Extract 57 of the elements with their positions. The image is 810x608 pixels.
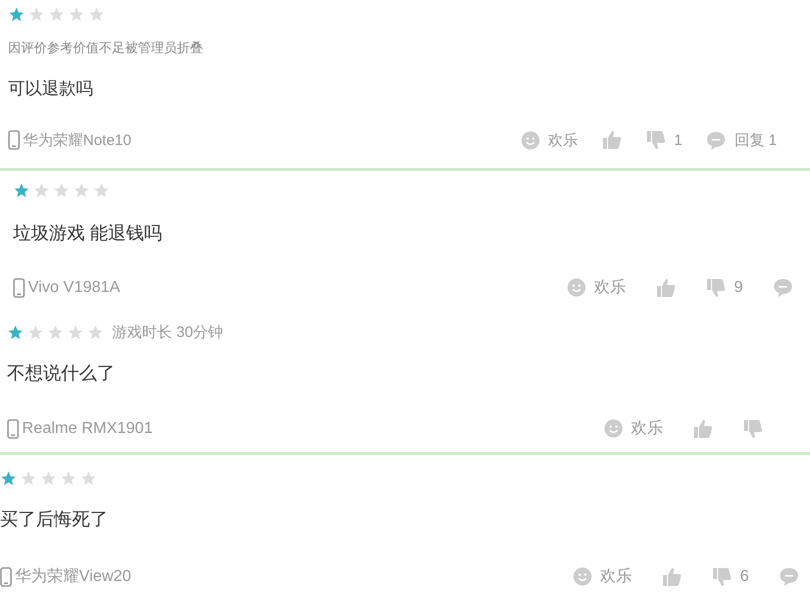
phone-icon [8, 130, 20, 150]
review-text: 可以退款吗 [8, 78, 94, 100]
smiley-icon[interactable] [604, 419, 623, 438]
thumbs-up-icon[interactable] [656, 278, 676, 298]
star-icon [80, 470, 97, 486]
star-icon [93, 182, 110, 198]
phone-icon [0, 566, 12, 586]
reaction-label: 欢乐 [594, 278, 626, 298]
dislike-count: 9 [734, 278, 743, 296]
star-icon [48, 6, 65, 22]
star-icon [7, 324, 24, 340]
review-text: 买了后悔死了 [0, 508, 109, 531]
star-icon [47, 324, 64, 340]
phone-icon [7, 418, 19, 438]
star-icon [33, 182, 50, 198]
star-icon [27, 324, 44, 340]
comment-icon[interactable] [772, 278, 793, 297]
thumbs-down-icon[interactable] [712, 566, 732, 586]
reaction-label: 欢乐 [631, 418, 663, 439]
smiley-icon[interactable] [567, 278, 586, 297]
star-icon [87, 324, 104, 340]
star-icon [67, 324, 84, 340]
star-icon [8, 6, 25, 22]
star-icon [68, 6, 85, 22]
star-icon [0, 470, 17, 486]
device-name: 华为荣耀Note10 [23, 130, 132, 150]
reaction-label: 欢乐 [548, 130, 578, 150]
star-icon [20, 470, 37, 486]
comment-icon[interactable] [778, 567, 799, 586]
thumbs-up-icon[interactable] [693, 418, 713, 438]
device-name: 华为荣耀View20 [15, 566, 132, 587]
smiley-icon[interactable] [573, 567, 592, 586]
reaction-label: 欢乐 [600, 566, 632, 587]
star-icon [13, 182, 30, 198]
dislike-count: 1 [674, 132, 682, 148]
review-text: 不想说什么了 [7, 362, 116, 385]
star-icon [88, 6, 105, 22]
star-icon [73, 182, 90, 198]
thumbs-down-icon[interactable] [706, 278, 726, 298]
phone-icon [13, 278, 25, 298]
smiley-icon[interactable] [521, 130, 540, 150]
star-icon [28, 6, 45, 22]
device-name: Realme RMX1901 [22, 420, 153, 438]
thumbs-down-icon[interactable] [646, 130, 666, 150]
star-icon [40, 470, 57, 486]
device-name: Vivo V1981A [28, 278, 120, 296]
star-icon [60, 470, 77, 486]
thumbs-up-icon[interactable] [662, 566, 682, 586]
dislike-count: 6 [740, 568, 749, 586]
folded-notice: 因评价参考价值不足被管理员折叠 [8, 39, 204, 57]
reply-link[interactable]: 回复 1 [734, 130, 777, 150]
comment-icon[interactable] [706, 130, 726, 150]
star-icon [53, 182, 70, 198]
playtime-label: 游戏时长 30分钟 [112, 322, 224, 342]
thumbs-down-icon[interactable] [743, 418, 763, 438]
thumbs-up-icon[interactable] [602, 130, 622, 150]
review-text: 垃圾游戏 能退钱吗 [13, 222, 163, 245]
